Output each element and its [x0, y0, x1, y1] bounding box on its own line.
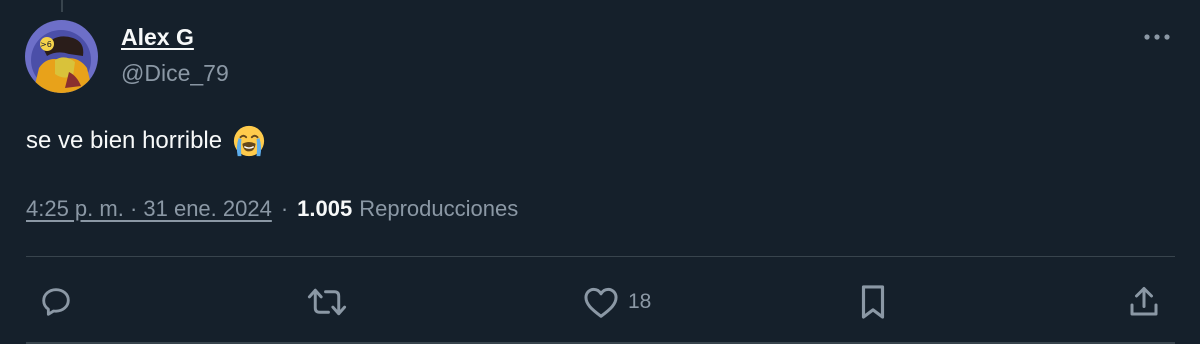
- author-handle[interactable]: @Dice_79: [121, 60, 229, 87]
- tweet-text-content: se ve bien horrible: [26, 127, 223, 154]
- thread-connector-line: [61, 0, 63, 12]
- avatar[interactable]: >6: [25, 20, 98, 93]
- share-button[interactable]: [1126, 280, 1162, 324]
- views-label: Reproducciones: [359, 196, 519, 221]
- avatar-image: >6: [25, 20, 98, 93]
- tweet-meta: 4:25 p. m. · 31 ene. 2024 · 1.005 Reprod…: [26, 196, 518, 222]
- more-options-button[interactable]: [1138, 22, 1176, 52]
- reply-button[interactable]: [38, 280, 74, 324]
- tweet-text: se ve bien horrible: [26, 124, 266, 158]
- loudly-crying-face-icon: [232, 124, 266, 158]
- bookmark-button[interactable]: [856, 280, 890, 324]
- like-button[interactable]: 18: [582, 280, 651, 324]
- bookmark-icon: [861, 285, 885, 319]
- svg-text:>6: >6: [40, 40, 52, 49]
- reply-icon: [42, 288, 70, 316]
- like-count: 18: [628, 290, 652, 313]
- share-icon: [1130, 287, 1158, 316]
- tweet-timestamp[interactable]: 4:25 p. m. · 31 ene. 2024: [26, 196, 272, 222]
- like-icon: [584, 287, 618, 318]
- more-dots-icon: [1144, 34, 1170, 40]
- retweet-button[interactable]: [305, 280, 349, 324]
- author-display-name[interactable]: Alex G: [121, 24, 194, 51]
- meta-separator: ·: [280, 196, 289, 221]
- divider: [26, 256, 1175, 257]
- retweet-icon: [307, 288, 347, 316]
- views-count: 1.005: [297, 196, 353, 221]
